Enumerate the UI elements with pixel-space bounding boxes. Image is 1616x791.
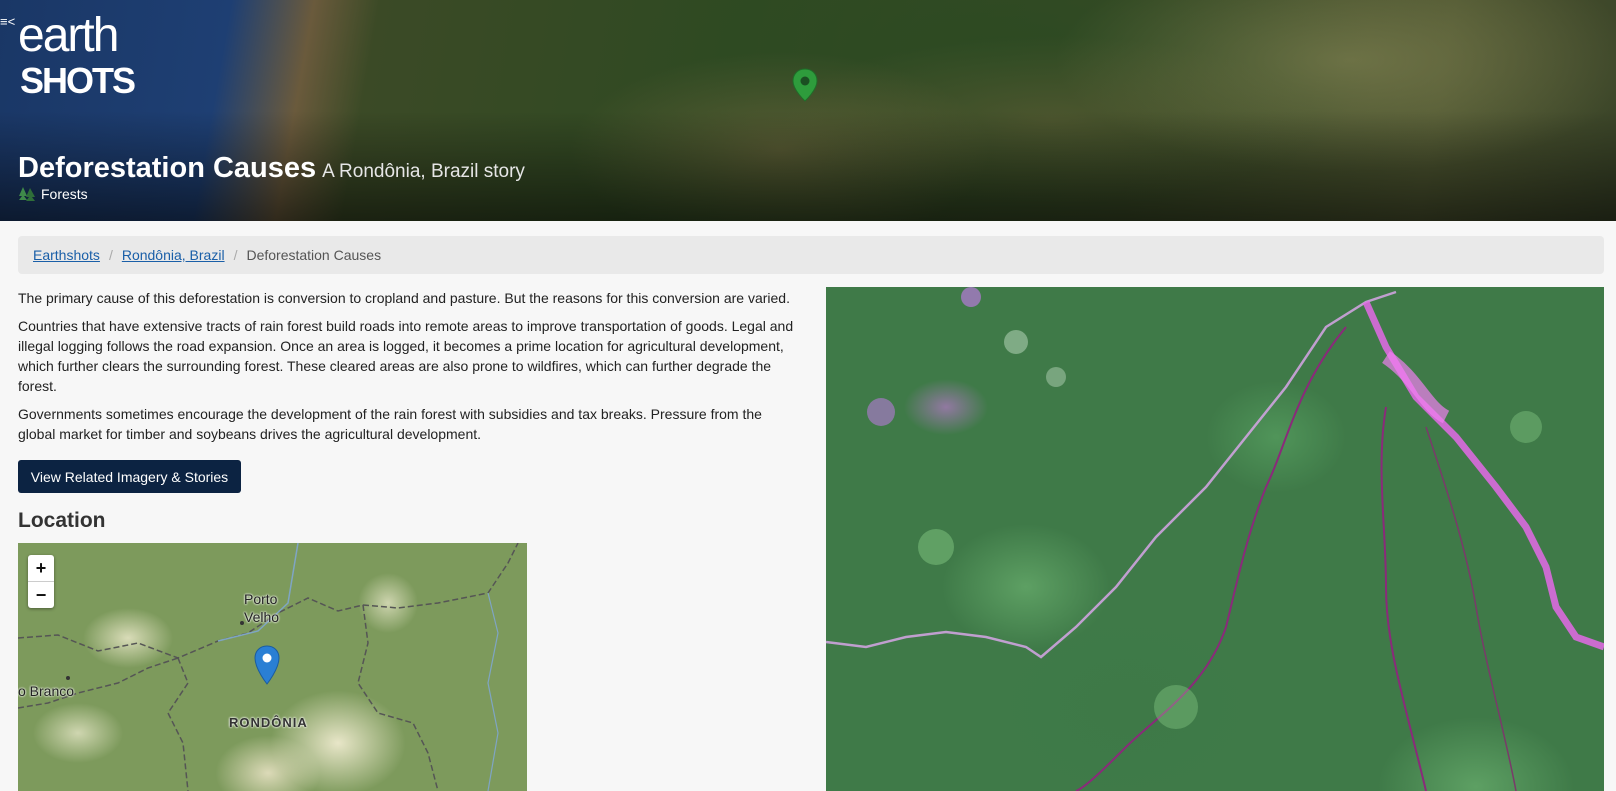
map-label-velho: Velho	[244, 609, 280, 625]
city-marker	[66, 676, 70, 680]
satellite-features	[826, 287, 1604, 791]
city-marker	[240, 621, 244, 625]
paragraph: The primary cause of this deforestation …	[18, 290, 790, 306]
tree-icon	[19, 187, 35, 201]
paragraph: Countries that have extensive tracts of …	[18, 318, 794, 394]
breadcrumb-separator: /	[233, 247, 238, 263]
zoom-out-button[interactable]: −	[28, 582, 54, 608]
location-pin-icon[interactable]	[792, 68, 818, 102]
menu-toggle-icon[interactable]: ≡<	[0, 14, 15, 29]
location-map[interactable]: + − Porto Velho o Branco RONDÔNIA	[18, 543, 527, 791]
header-banner: ≡< earth SHOTS Deforestation Causes A Ron…	[0, 0, 1616, 221]
page-subtitle: A Rondônia, Brazil story	[322, 161, 525, 182]
page-title: Deforestation Causes	[18, 152, 317, 184]
map-label-porto: Porto	[244, 591, 278, 607]
breadcrumb-rondonia-link[interactable]: Rondônia, Brazil	[122, 247, 225, 263]
map-label-rio-branco: o Branco	[18, 683, 75, 699]
breadcrumb-earthshots-link[interactable]: Earthshots	[33, 247, 100, 263]
zoom-in-button[interactable]: +	[28, 555, 54, 582]
view-related-imagery-button[interactable]: View Related Imagery & Stories	[18, 460, 241, 493]
location-heading: Location	[18, 509, 106, 532]
story-text: The primary cause of this deforestation …	[18, 288, 798, 452]
page-title-block: Deforestation Causes A Rondônia, Brazil s…	[18, 152, 525, 185]
map-zoom-control: + −	[28, 555, 54, 608]
breadcrumb: Earthshots / Rondônia, Brazil / Deforest…	[18, 236, 1604, 274]
category-label: Forests	[41, 186, 88, 202]
breadcrumb-separator: /	[108, 247, 113, 263]
logo-text-earth: earth	[18, 9, 119, 62]
category-tag[interactable]: Forests	[18, 186, 88, 202]
map-marker-icon[interactable]	[254, 645, 280, 685]
map-label-state: RONDÔNIA	[229, 715, 308, 730]
satellite-image[interactable]	[826, 287, 1604, 791]
paragraph: Governments sometimes encourage the deve…	[18, 406, 762, 442]
logo-text-shots: SHOTS	[20, 60, 136, 101]
breadcrumb-current: Deforestation Causes	[246, 247, 382, 263]
earthshots-logo[interactable]: earth SHOTS	[18, 12, 138, 104]
